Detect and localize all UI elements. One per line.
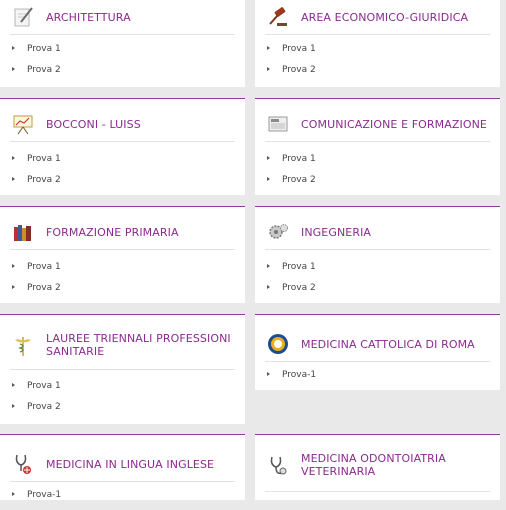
list-item[interactable]: Prova 1 (10, 261, 235, 282)
list-item[interactable]: Prova-1 (265, 369, 490, 390)
card-header: AREA ECONOMICO-GIURIDICA (265, 0, 490, 35)
list-item[interactable]: Prova 1 (265, 43, 490, 64)
course-card-formazione-primaria: FORMAZIONE PRIMARIA Prova 1 Prova 2 (0, 206, 245, 303)
list-item[interactable]: Prova 2 (265, 64, 490, 85)
course-card-comunicazione-formazione: COMUNICAZIONE E FORMAZIONE Prova 1 Prova… (255, 98, 500, 195)
card-links: Prova 1 Prova 2 (265, 261, 490, 303)
course-card-lauree-triennali: LAUREE TRIENNALI PROFESSIONI SANITARIE P… (0, 314, 245, 424)
gavel-icon (269, 7, 287, 26)
list-item[interactable]: Prova 2 (265, 282, 490, 303)
list-item[interactable]: Prova 2 (10, 174, 235, 195)
course-card-medicina-odontoiatria-veterinaria: MEDICINA ODONTOIATRIA VETERINARIA (255, 434, 500, 500)
course-card-medicina-cattolica-roma: MEDICINA CATTOLICA DI ROMA Prova-1 (255, 314, 500, 390)
card-title[interactable]: AREA ECONOMICO-GIURIDICA (301, 11, 490, 24)
card-header: MEDICINA ODONTOIATRIA VETERINARIA (265, 447, 490, 492)
card-header: INGEGNERIA (265, 215, 490, 250)
card-links: Prova 1 Prova 2 (10, 43, 235, 85)
card-title[interactable]: MEDICINA CATTOLICA DI ROMA (301, 338, 490, 351)
card-title[interactable]: LAUREE TRIENNALI PROFESSIONI SANITARIE (46, 332, 235, 358)
card-header: ARCHITETTURA (10, 0, 235, 35)
card-header: MEDICINA CATTOLICA DI ROMA (265, 327, 490, 362)
stethoscope-icon (270, 456, 287, 475)
course-card-area-economico-giuridica: AREA ECONOMICO-GIURIDICA Prova 1 Prova 2 (255, 0, 500, 87)
books-icon (14, 225, 31, 241)
gears-icon (269, 224, 288, 239)
card-title[interactable]: BOCCONI - LUISS (46, 118, 235, 131)
list-item[interactable]: Prova 1 (10, 43, 235, 64)
card-header: FORMAZIONE PRIMARIA (10, 215, 235, 250)
card-header: BOCCONI - LUISS (10, 107, 235, 142)
list-item[interactable]: Prova 1 (10, 380, 235, 401)
pencil-paper-icon (14, 7, 33, 27)
list-item[interactable]: Prova 1 (265, 153, 490, 174)
caduceus-icon (15, 337, 31, 356)
card-title[interactable]: INGEGNERIA (301, 226, 490, 239)
card-links: Prova 1 Prova 2 (10, 261, 235, 303)
list-item[interactable]: Prova 1 (265, 261, 490, 282)
presentation-board-icon (13, 115, 33, 135)
card-links: Prova 1 Prova 2 (10, 153, 235, 195)
card-links: Prova-1 (265, 369, 490, 390)
card-links: Prova 1 Prova 2 (265, 153, 490, 195)
list-item[interactable]: Prova 2 (10, 401, 235, 422)
card-links: Prova 1 Prova 2 (265, 43, 490, 85)
card-title[interactable]: COMUNICAZIONE E FORMAZIONE (301, 118, 490, 131)
list-item[interactable]: Prova 2 (10, 282, 235, 303)
card-header: COMUNICAZIONE E FORMAZIONE (265, 107, 490, 142)
list-item[interactable]: Prova 2 (265, 174, 490, 195)
university-seal-icon (268, 334, 288, 354)
card-title[interactable]: MEDICINA IN LINGUA INGLESE (46, 458, 235, 471)
course-card-medicina-lingua-inglese: MEDICINA IN LINGUA INGLESE Prova-1 (0, 434, 245, 500)
card-title[interactable]: MEDICINA ODONTOIATRIA VETERINARIA (301, 452, 490, 478)
course-card-ingegneria: INGEGNERIA Prova 1 Prova 2 (255, 206, 500, 303)
course-card-bocconi-luiss: BOCCONI - LUISS Prova 1 Prova 2 (0, 98, 245, 195)
list-item[interactable]: Prova 1 (10, 153, 235, 174)
card-title[interactable]: ARCHITETTURA (46, 11, 235, 24)
stethoscope-flag-icon (15, 454, 31, 474)
card-header: MEDICINA IN LINGUA INGLESE (10, 447, 235, 482)
newspaper-icon (268, 116, 288, 132)
card-links: Prova 1 Prova 2 (10, 380, 235, 422)
list-item[interactable]: Prova 2 (10, 64, 235, 85)
course-card-architettura: ARCHITETTURA Prova 1 Prova 2 (0, 0, 245, 87)
card-title[interactable]: FORMAZIONE PRIMARIA (46, 226, 235, 239)
card-header: LAUREE TRIENNALI PROFESSIONI SANITARIE (10, 327, 235, 370)
